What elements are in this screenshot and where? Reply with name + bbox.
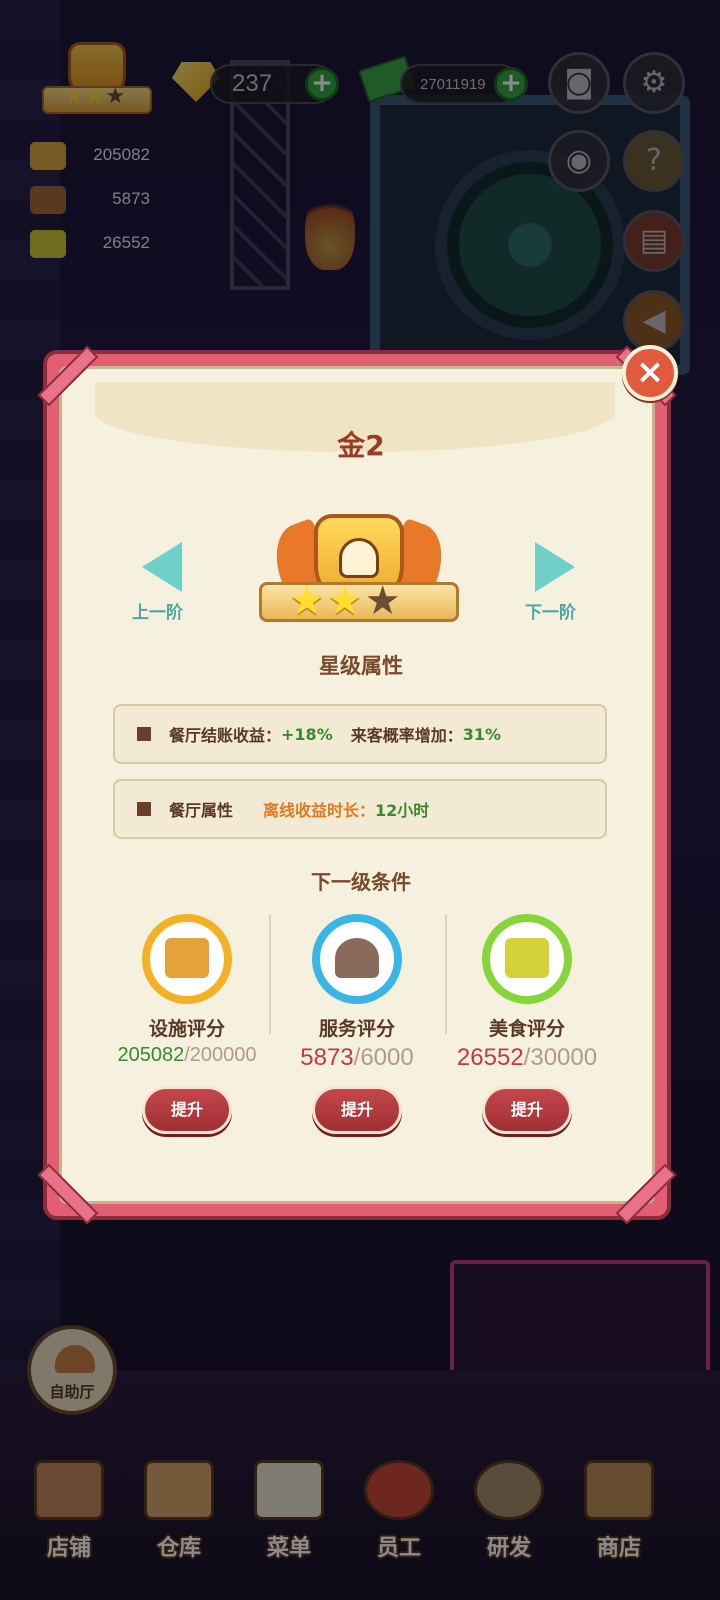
- attribute-row-2: 餐厅属性 离线收益时长： 12小时: [113, 779, 607, 839]
- star-rating-dialog: 金2 上一阶 下一阶 ★★★ 星级属性 餐厅结账收益： +18% 来客概率增加：…: [37, 345, 677, 1225]
- service-progress-ring: [312, 914, 402, 1004]
- recipe-book-icon: [505, 938, 549, 978]
- condition-food: 美食评分 26552/30000 提升: [447, 914, 607, 1144]
- condition-current: 205082: [117, 1044, 185, 1066]
- condition-current: 26552: [456, 1044, 524, 1071]
- condition-progress: 26552/30000: [437, 1044, 617, 1072]
- close-icon[interactable]: ×: [622, 345, 678, 401]
- upgrade-service-button[interactable]: 提升: [312, 1086, 402, 1134]
- prev-tier-label[interactable]: 上一阶: [132, 598, 183, 623]
- dialog-title: 金2: [337, 429, 385, 462]
- restaurant-attr-label: 餐厅属性: [169, 801, 234, 820]
- offline-income-value: 12小时: [375, 801, 430, 820]
- rank-badge: ★★★: [259, 504, 459, 644]
- condition-target: /200000: [184, 1044, 257, 1066]
- upgrade-food-button[interactable]: 提升: [482, 1086, 572, 1134]
- next-level-heading: 下一级条件: [311, 870, 411, 894]
- attribute-row-1: 餐厅结账收益： +18% 来客概率增加： 31%: [113, 704, 607, 764]
- condition-name: 设施评分: [148, 1018, 225, 1040]
- condition-progress: 205082/200000: [97, 1044, 277, 1067]
- facility-progress-ring: [142, 914, 232, 1004]
- condition-target: /6000: [353, 1044, 414, 1071]
- column-divider: [269, 914, 271, 1034]
- bullet-icon: [137, 802, 151, 816]
- next-tier-label[interactable]: 下一阶: [525, 598, 576, 623]
- checkout-income-label: 餐厅结账收益：: [169, 726, 282, 745]
- condition-service: 服务评分 5873/6000 提升: [277, 914, 437, 1144]
- badge-stars: ★★★: [289, 578, 403, 624]
- cloche-icon: [335, 938, 379, 978]
- checkout-income-value: +18%: [281, 724, 333, 744]
- food-progress-ring: [482, 914, 572, 1004]
- upgrade-facility-button[interactable]: 提升: [142, 1086, 232, 1134]
- condition-target: /30000: [523, 1044, 598, 1071]
- visitor-rate-value: 31%: [462, 724, 502, 744]
- visitor-rate-label: 来客概率增加：: [350, 726, 463, 745]
- star-attributes-heading: 星级属性: [319, 654, 403, 678]
- condition-progress: 5873/6000: [267, 1044, 447, 1072]
- bullet-icon: [137, 727, 151, 741]
- condition-facility: 设施评分 205082/200000 提升: [107, 914, 267, 1144]
- offline-income-label: 离线收益时长：: [263, 801, 376, 820]
- condition-name: 美食评分: [488, 1018, 565, 1040]
- condition-current: 5873: [300, 1044, 354, 1071]
- condition-name: 服务评分: [318, 1018, 395, 1040]
- chef-hat-icon: [339, 538, 379, 578]
- facility-icon: [165, 938, 209, 978]
